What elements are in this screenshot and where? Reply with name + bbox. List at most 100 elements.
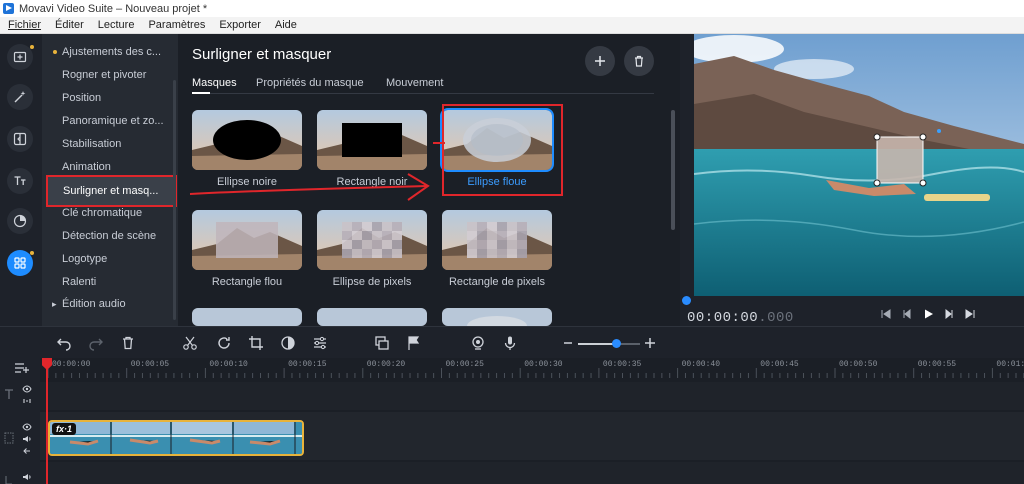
tool-rail: [0, 34, 42, 326]
category-item[interactable]: Détection de scène: [47, 225, 173, 247]
play-icon[interactable]: [922, 308, 934, 320]
plus-icon: [595, 56, 605, 66]
category-label: Rogner et pivoter: [62, 69, 147, 81]
menu-aide[interactable]: Aide: [267, 19, 303, 31]
speaker-icon[interactable]: [22, 472, 32, 482]
trash-icon[interactable]: [120, 335, 136, 351]
zoom-slider-handle[interactable]: [612, 339, 621, 348]
mask-tile-label: Rectangle flou: [211, 276, 283, 288]
fx-badge: fx·1: [52, 423, 77, 435]
panel-scrollbar[interactable]: [671, 110, 675, 230]
rail-effects-button[interactable]: [7, 84, 33, 110]
color-adjust-icon[interactable]: [280, 335, 296, 351]
add-track-icon[interactable]: [14, 362, 30, 374]
more-tools-icon: [14, 257, 26, 269]
skip-to-start-icon[interactable]: [880, 308, 892, 320]
eye-icon[interactable]: [22, 422, 32, 432]
menu-lecture[interactable]: Lecture: [90, 19, 141, 31]
video-clip[interactable]: [48, 420, 304, 456]
category-label: Édition audio: [62, 298, 126, 310]
category-label: Ralenti: [62, 276, 97, 288]
ruler-ticks: [47, 368, 1024, 378]
mask-tile-pixel-ellipse[interactable]: [317, 210, 427, 270]
overlay-icon[interactable]: [374, 335, 390, 351]
mask-tile-partial[interactable]: [192, 308, 302, 326]
menu-exporter[interactable]: Exporter: [211, 19, 267, 31]
menu-bar: Fichier Éditer Lecture Paramètres Export…: [0, 17, 1024, 34]
category-scrollbar[interactable]: [173, 80, 176, 320]
category-item[interactable]: Ralenti: [47, 271, 173, 293]
rail-filters-button[interactable]: [7, 208, 33, 234]
tab-masques[interactable]: Masques: [192, 77, 237, 89]
crop-icon[interactable]: [248, 335, 264, 351]
redo-icon[interactable]: [88, 335, 104, 351]
playhead-line: [46, 358, 48, 484]
link-icon[interactable]: [22, 396, 32, 406]
video-preview[interactable]: [694, 34, 1024, 296]
app-window: Movavi Video Suite – Nouveau projet * Fi…: [0, 0, 1024, 484]
category-item[interactable]: ▸ Édition audio: [47, 293, 173, 315]
category-label: Clé chromatique: [62, 207, 143, 219]
timecode-fraction: .000: [758, 310, 794, 326]
annotation-box: [442, 104, 563, 196]
rail-import-button[interactable]: [7, 44, 34, 70]
category-label: Détection de scène: [62, 230, 157, 242]
rotate-icon[interactable]: [216, 335, 232, 351]
notification-dot: [30, 45, 34, 49]
arrow-left-icon[interactable]: [22, 446, 32, 456]
zoom-in-icon[interactable]: [642, 335, 658, 351]
flag-icon[interactable]: [406, 335, 422, 351]
undo-icon[interactable]: [56, 335, 72, 351]
preview-panel: 00:00:00.000: [680, 34, 1024, 326]
category-item[interactable]: Panoramique et zo...: [47, 110, 173, 132]
category-label: Ajustements des c...: [62, 46, 162, 58]
microphone-icon[interactable]: [502, 335, 518, 351]
category-item[interactable]: Ajustements des c...: [47, 41, 173, 63]
tab-proprietes-du-masque[interactable]: Propriétés du masque: [256, 77, 364, 89]
playback-controls: [880, 308, 976, 320]
scrub-handle[interactable]: [682, 296, 691, 305]
menu-editer[interactable]: Éditer: [47, 19, 90, 31]
tab-mouvement[interactable]: Mouvement: [386, 77, 443, 89]
speaker-icon[interactable]: [22, 434, 32, 444]
menu-fichier[interactable]: Fichier: [0, 19, 47, 31]
previous-frame-icon[interactable]: [901, 308, 913, 320]
rail-transitions-button[interactable]: [7, 126, 33, 152]
category-label: Position: [62, 92, 102, 104]
next-frame-icon[interactable]: [943, 308, 955, 320]
eye-icon[interactable]: [22, 384, 32, 394]
mask-tile-partial[interactable]: [442, 308, 552, 326]
add-mask-button[interactable]: [585, 46, 615, 76]
category-label: Stabilisation: [62, 138, 122, 150]
mask-tile-partial[interactable]: [317, 308, 427, 326]
audio-track[interactable]: [40, 462, 1024, 484]
category-item[interactable]: Rogner et pivoter: [47, 64, 173, 86]
bullet-dot: [53, 50, 57, 54]
category-item[interactable]: Logotype: [47, 248, 173, 270]
skip-to-end-icon[interactable]: [964, 308, 976, 320]
annotation-arrow: [189, 173, 430, 201]
rail-more-tools-button[interactable]: [7, 250, 34, 276]
rail-titles-button[interactable]: [7, 168, 33, 194]
trash-icon: [635, 55, 643, 67]
scissors-icon[interactable]: [182, 335, 198, 351]
clip-thumbnails: [50, 422, 302, 454]
mask-tile-label: Ellipse de pixels: [332, 276, 412, 288]
category-item[interactable]: Stabilisation: [47, 133, 173, 155]
record-webcam-icon[interactable]: [470, 335, 486, 351]
title-track[interactable]: [40, 382, 1024, 410]
app-logo-icon: [3, 3, 14, 14]
category-list: Ajustements des c... Rogner et pivoter P…: [42, 34, 178, 326]
audio-track-icon: [5, 476, 12, 484]
video-frame: [694, 34, 1024, 296]
delete-mask-button[interactable]: [624, 46, 654, 76]
zoom-out-icon[interactable]: [560, 335, 576, 351]
mask-tile-blur-rect[interactable]: [192, 210, 302, 270]
menu-parametres[interactable]: Paramètres: [140, 19, 211, 31]
category-item[interactable]: Clé chromatique: [47, 202, 173, 224]
time-ruler[interactable]: 00:00:00 00:00:05 00:00:10 00:00:15 00:00:20…: [40, 358, 1024, 380]
mask-tile-pixel-rect[interactable]: [442, 210, 552, 270]
settings-sliders-icon[interactable]: [312, 335, 328, 351]
timecode-main: 00:00:00: [687, 310, 759, 326]
category-item[interactable]: Position: [47, 87, 173, 109]
